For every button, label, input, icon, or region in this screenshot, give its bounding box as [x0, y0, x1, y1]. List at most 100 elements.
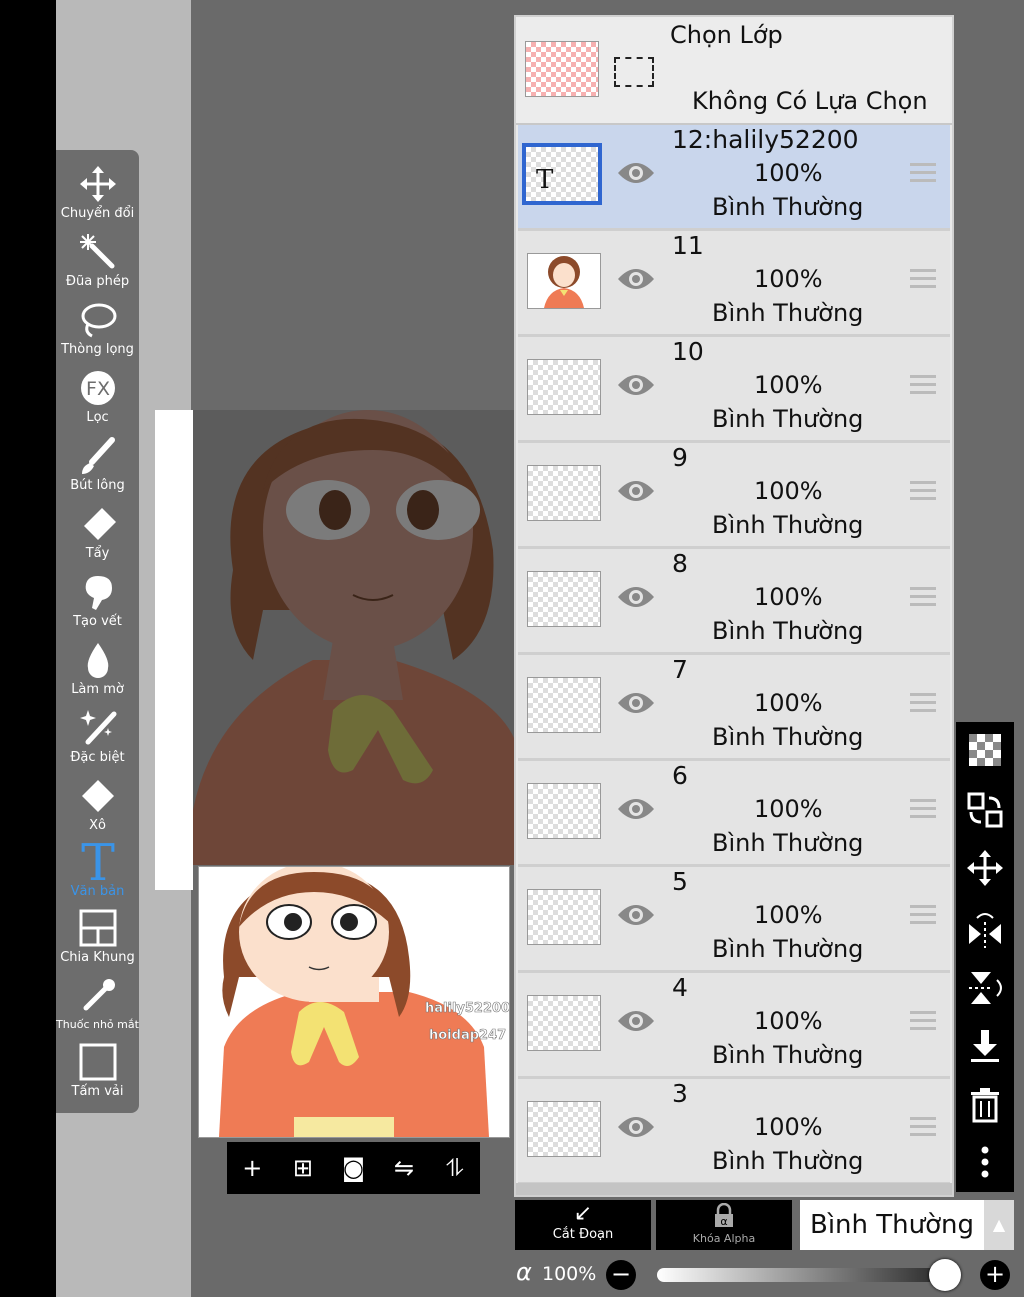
blend-mode-select[interactable]: Bình Thường — [800, 1200, 984, 1250]
drag-handle-icon[interactable] — [910, 587, 936, 607]
tool-magic-wand[interactable]: Đũa phép — [56, 232, 139, 298]
character-thumbnail-art — [528, 254, 600, 308]
visibility-eye-icon[interactable] — [616, 1113, 656, 1141]
drag-handle-icon[interactable] — [910, 375, 936, 395]
camera-icon[interactable]: ◙ — [335, 1154, 371, 1182]
tool-brush[interactable]: Bút lông — [56, 436, 139, 502]
visibility-eye-icon[interactable] — [616, 583, 656, 611]
tool-canvas[interactable]: Tấm vải — [56, 1042, 139, 1108]
drag-handle-icon[interactable] — [910, 799, 936, 819]
layer-row[interactable]: T 12:halily52200 100% Bình Thường — [518, 125, 950, 231]
layer-thumbnail — [527, 465, 601, 521]
drawing-canvas[interactable] — [193, 410, 515, 865]
drag-handle-icon[interactable] — [910, 905, 936, 925]
layer-row[interactable]: 6 100% Bình Thường — [518, 761, 950, 867]
selection-marquee-icon — [614, 57, 654, 87]
tool-filter[interactable]: FX Lọc — [56, 368, 139, 434]
tool-bucket[interactable]: Xô — [56, 776, 139, 842]
visibility-eye-icon[interactable] — [616, 1007, 656, 1035]
layer-blend-mode: Bình Thường — [712, 405, 864, 433]
drag-handle-icon[interactable] — [910, 269, 936, 289]
tool-eraser[interactable]: Tẩy — [56, 504, 139, 570]
tool-blur[interactable]: Làm mờ — [56, 640, 139, 706]
tool-label: Tấm vải — [71, 1084, 124, 1099]
visibility-eye-icon[interactable] — [616, 901, 656, 929]
layer-row[interactable]: 11 100% Bình Thường — [518, 231, 950, 337]
smudge-icon — [85, 576, 112, 610]
visibility-eye-icon[interactable] — [616, 689, 656, 717]
swap-layer-icon[interactable] — [965, 790, 1005, 830]
layer-blend-mode: Bình Thường — [712, 829, 864, 857]
drag-handle-icon[interactable] — [910, 1011, 936, 1031]
reference-preview[interactable]: halily52200 hoidap247 — [198, 866, 510, 1138]
tool-frame-divider[interactable]: Chia Khung — [56, 908, 139, 974]
bucket-icon — [81, 780, 114, 812]
clipping-label: Cắt Đoạn — [552, 1227, 614, 1242]
layer-opacity: 100% — [754, 901, 823, 929]
more-options-icon[interactable] — [965, 1142, 1005, 1182]
tool-eyedropper[interactable]: Thuốc nhỏ mắt — [56, 976, 139, 1042]
special-pen-icon — [79, 710, 116, 745]
drag-handle-icon[interactable] — [910, 163, 936, 183]
drag-handle-icon[interactable] — [910, 1117, 936, 1137]
tool-smudge[interactable]: Tạo vết — [56, 572, 139, 638]
layer-actions-bar — [956, 722, 1014, 1192]
svg-text:T: T — [81, 838, 115, 882]
selection-layer-row[interactable]: Chọn Lớp Không Có Lựa Chọn — [516, 17, 952, 125]
tool-label: Chia Khung — [60, 950, 135, 965]
visibility-eye-icon[interactable] — [616, 795, 656, 823]
fx-icon: FX — [80, 371, 115, 405]
layer-list-scrollbar[interactable] — [516, 1183, 952, 1195]
tool-lasso[interactable]: Thòng lọng — [56, 300, 139, 366]
layer-blend-mode: Bình Thường — [712, 299, 864, 327]
drag-handle-icon[interactable] — [910, 481, 936, 501]
opacity-slider-thumb[interactable] — [929, 1259, 961, 1291]
layer-panel: Chọn Lớp Không Có Lựa Chọn T 12:halily52… — [514, 15, 954, 1197]
alpha-symbol: α — [516, 1258, 532, 1286]
layer-name: 12:halily52200 — [672, 125, 859, 154]
tool-transform[interactable]: Chuyển đổi — [56, 164, 139, 230]
trash-icon[interactable] — [965, 1084, 1005, 1124]
tool-text[interactable]: T Văn bản — [56, 838, 139, 904]
layer-row[interactable]: 3 100% Bình Thường — [518, 1079, 950, 1185]
clip-arrow-icon: ↙ — [573, 1201, 593, 1226]
layer-row[interactable]: 7 100% Bình Thường — [518, 655, 950, 761]
visibility-eye-icon[interactable] — [616, 265, 656, 293]
opacity-increase-button[interactable]: + — [980, 1260, 1010, 1290]
visibility-eye-icon[interactable] — [616, 477, 656, 505]
canvas-artwork — [193, 410, 515, 865]
layer-row[interactable]: 9 100% Bình Thường — [518, 443, 950, 549]
opacity-decrease-button[interactable]: − — [606, 1260, 636, 1290]
layer-row[interactable]: 10 100% Bình Thường — [518, 337, 950, 443]
opacity-slider[interactable] — [657, 1268, 953, 1282]
add-image-icon[interactable]: ⊞ — [285, 1154, 321, 1182]
blend-mode-arrow-icon[interactable]: ▲ — [984, 1200, 1014, 1250]
tool-label: Đũa phép — [65, 274, 130, 289]
transparency-checker-icon[interactable] — [965, 730, 1005, 770]
flip-horizontal-icon[interactable]: ⇋ — [386, 1154, 422, 1182]
lasso-icon — [81, 303, 116, 338]
tool-special[interactable]: Đặc biệt — [56, 708, 139, 774]
drag-handle-icon[interactable] — [910, 693, 936, 713]
tool-label: Chuyển đổi — [60, 206, 135, 221]
flip-horizontal-icon[interactable] — [965, 910, 1005, 950]
watermark-site: hoidap247 — [429, 1028, 507, 1044]
layer-row[interactable]: 8 100% Bình Thường — [518, 549, 950, 655]
clipping-button[interactable]: ↙ Cắt Đoạn — [515, 1200, 651, 1250]
canvas-margin — [155, 410, 193, 890]
visibility-eye-icon[interactable] — [616, 159, 656, 187]
add-icon[interactable]: + — [234, 1154, 270, 1182]
layer-opacity: 100% — [754, 795, 823, 823]
move-layer-icon[interactable] — [965, 848, 1005, 888]
alpha-lock-button[interactable]: α Khóa Alpha — [656, 1200, 792, 1250]
layer-opacity: 100% — [754, 477, 823, 505]
flip-vertical-icon[interactable]: ⥮ — [437, 1154, 473, 1182]
flip-vertical-icon[interactable] — [965, 968, 1005, 1008]
selection-status: Không Có Lựa Chọn — [692, 87, 928, 115]
eraser-icon — [83, 508, 116, 540]
layer-row[interactable]: 4 100% Bình Thường — [518, 973, 950, 1079]
visibility-eye-icon[interactable] — [616, 371, 656, 399]
merge-down-icon[interactable] — [965, 1026, 1005, 1066]
layer-row[interactable]: 5 100% Bình Thường — [518, 867, 950, 973]
layer-blend-mode: Bình Thường — [712, 935, 864, 963]
